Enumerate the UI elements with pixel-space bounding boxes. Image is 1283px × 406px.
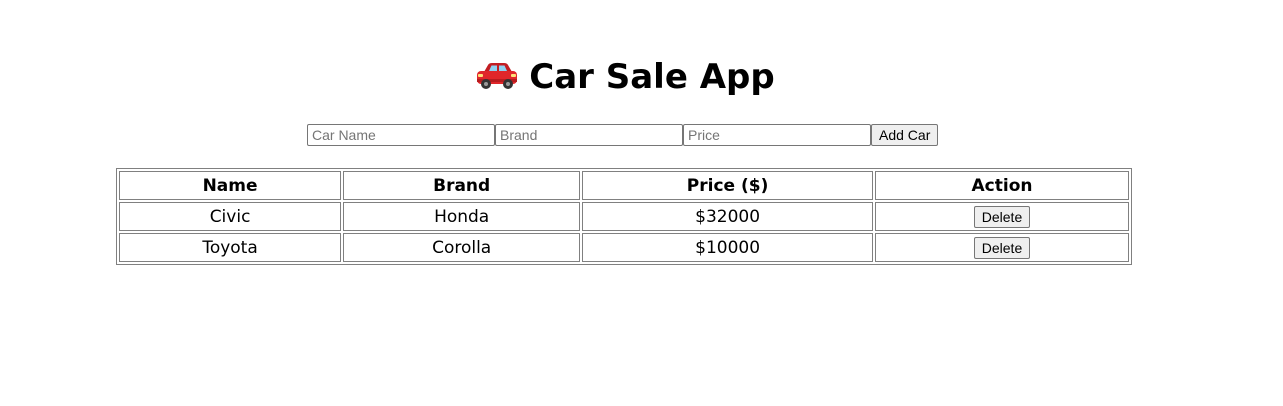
- cell-action: Delete: [875, 202, 1129, 231]
- car-name-input[interactable]: [307, 124, 495, 146]
- table-row: Toyota Corolla $10000 Delete: [119, 233, 1129, 262]
- column-header-brand: Brand: [343, 171, 581, 200]
- add-car-form: Add Car: [307, 124, 939, 146]
- cell-name: Civic: [119, 202, 342, 231]
- car-sale-app: Car Sale App Add Car Name Brand Price ($…: [0, 0, 1283, 406]
- column-header-name: Name: [119, 171, 342, 200]
- cell-brand: Corolla: [343, 233, 581, 262]
- add-car-button[interactable]: Add Car: [871, 124, 939, 146]
- car-icon: [475, 62, 519, 92]
- column-header-price: Price ($): [582, 171, 873, 200]
- cell-price: $10000: [582, 233, 873, 262]
- brand-input[interactable]: [495, 124, 683, 146]
- cell-name: Toyota: [119, 233, 342, 262]
- delete-button[interactable]: Delete: [973, 236, 1031, 259]
- page-title: Car Sale App: [0, 52, 1250, 102]
- cars-table: Name Brand Price ($) Action Civic Honda …: [116, 168, 1132, 265]
- cell-price: $32000: [582, 202, 873, 231]
- table-row: Civic Honda $32000 Delete: [119, 202, 1129, 231]
- table-header-row: Name Brand Price ($) Action: [119, 171, 1129, 200]
- column-header-action: Action: [875, 171, 1129, 200]
- page-title-text: Car Sale App: [529, 57, 775, 97]
- cell-brand: Honda: [343, 202, 581, 231]
- cell-action: Delete: [875, 233, 1129, 262]
- delete-button[interactable]: Delete: [973, 205, 1031, 228]
- price-input[interactable]: [683, 124, 871, 146]
